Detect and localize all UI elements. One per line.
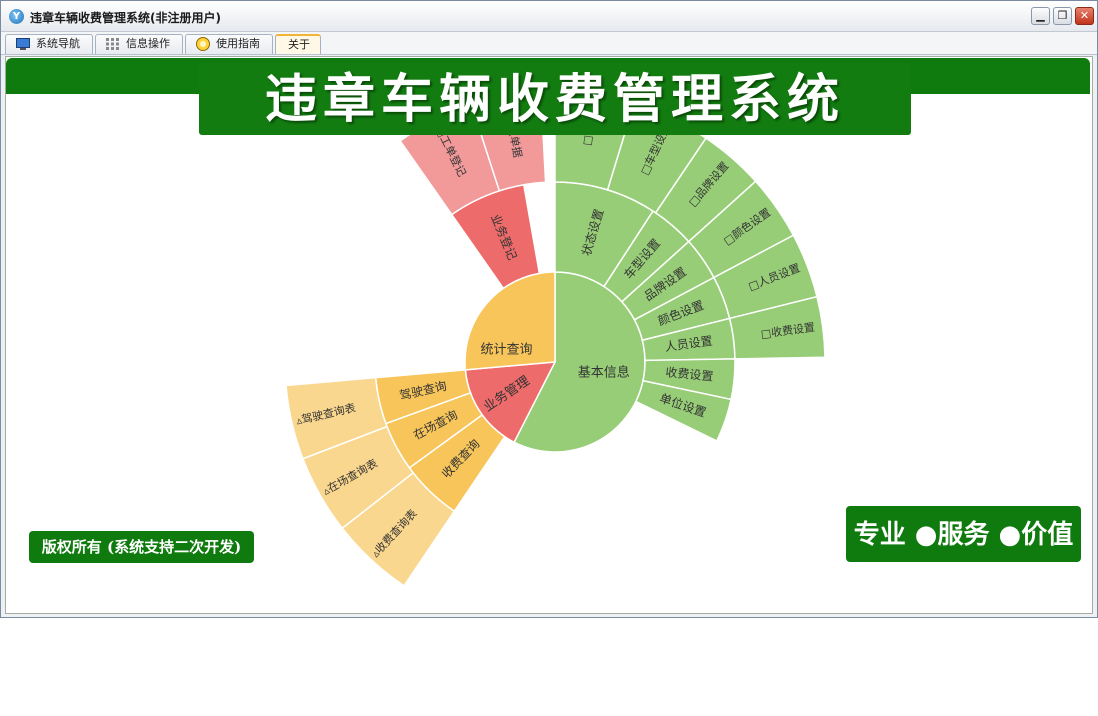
sector-label-basic: 基本信息 <box>578 365 630 381</box>
copyright-badge: 版权所有 (系统支持二次开发) <box>29 531 254 563</box>
page-title: 违章车辆收费管理系统 <box>199 63 911 135</box>
app-window: Y 违章车辆收费管理系统(非注册用户) ▁ ❐ ✕ 系统导航 信息操作 使用指南… <box>0 0 1098 618</box>
sector-label-stat: 统计查询 <box>480 342 532 357</box>
slogan-badge: 专业 ●服务 ●价值 <box>846 506 1081 562</box>
